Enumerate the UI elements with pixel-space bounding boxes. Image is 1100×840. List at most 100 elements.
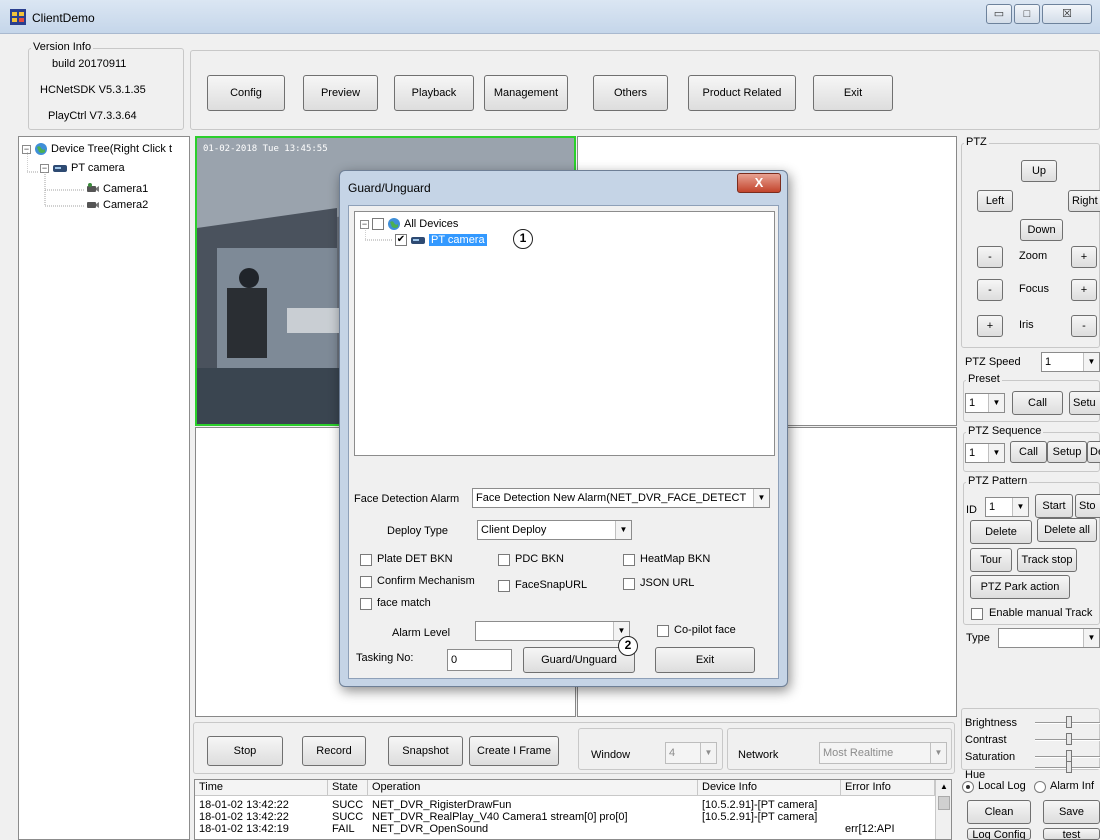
- enable-manual-track-checkbox[interactable]: [971, 608, 983, 620]
- column-header-operation[interactable]: Operation: [368, 780, 698, 796]
- pattern-start-button[interactable]: Start: [1035, 494, 1073, 518]
- ptz-speed-value: 1: [1045, 356, 1052, 368]
- column-header-error-info[interactable]: Error Info: [841, 780, 935, 796]
- column-header-device-info[interactable]: Device Info: [698, 780, 841, 796]
- sequence-delete-button[interactable]: De: [1087, 441, 1100, 463]
- exit-button[interactable]: Exit: [813, 75, 893, 111]
- stop-button[interactable]: Stop: [207, 736, 283, 766]
- dialog-exit-button[interactable]: Exit: [655, 647, 755, 673]
- clean-log-button[interactable]: Clean: [967, 800, 1031, 824]
- close-icon: X: [754, 175, 764, 190]
- hue-slider-thumb[interactable]: [1066, 761, 1072, 773]
- tasking-no-input[interactable]: [447, 649, 512, 671]
- network-label: Network: [738, 749, 779, 761]
- dialog-close-button[interactable]: X: [737, 173, 781, 193]
- dropdown-arrow-icon: ▼: [753, 489, 769, 507]
- facesnap-url-checkbox[interactable]: [498, 580, 510, 592]
- sequence-call-button[interactable]: Call: [1010, 441, 1047, 463]
- json-url-checkbox[interactable]: [623, 578, 635, 590]
- record-button[interactable]: Record: [302, 736, 366, 766]
- iris-open-button[interactable]: +: [977, 315, 1003, 337]
- ptz-speed-select[interactable]: 1 ▼: [1041, 352, 1100, 372]
- video-timestamp: 01-02-2018 Tue 13:45:55: [203, 144, 328, 154]
- snapshot-button[interactable]: Snapshot: [388, 736, 463, 766]
- focus-far-button[interactable]: +: [1071, 279, 1097, 301]
- close-window-button[interactable]: ☒: [1042, 4, 1092, 24]
- others-button[interactable]: Others: [593, 75, 668, 111]
- sequence-setup-button[interactable]: Setup: [1047, 441, 1087, 463]
- face-detection-alarm-select[interactable]: Face Detection New Alarm(NET_DVR_FACE_DE…: [472, 488, 770, 508]
- ptz-right-button[interactable]: Right: [1068, 190, 1100, 212]
- column-header-time[interactable]: Time: [195, 780, 328, 796]
- scroll-up-icon[interactable]: ▲: [936, 780, 951, 794]
- log-config-button[interactable]: Log Config: [967, 828, 1031, 840]
- device-tree-panel[interactable]: [18, 136, 190, 840]
- focus-near-button[interactable]: -: [977, 279, 1003, 301]
- ptz-down-button[interactable]: Down: [1020, 219, 1063, 241]
- co-pilot-face-label: Co-pilot face: [674, 624, 736, 636]
- minimize-button[interactable]: ▭: [986, 4, 1012, 24]
- save-log-button[interactable]: Save: [1043, 800, 1100, 824]
- scroll-thumb[interactable]: [938, 796, 950, 810]
- tour-button[interactable]: Tour: [970, 548, 1012, 572]
- ptz-up-button[interactable]: Up: [1021, 160, 1057, 182]
- tree-camera1-label: Camera1: [103, 183, 149, 195]
- create-i-frame-button[interactable]: Create I Frame: [469, 736, 559, 766]
- app-logo-icon: [10, 9, 26, 25]
- preset-select[interactable]: 1 ▼: [965, 393, 1005, 413]
- preset-value: 1: [969, 397, 976, 409]
- log-scrollbar[interactable]: ▲: [935, 780, 951, 839]
- deploy-type-select[interactable]: Client Deploy ▼: [477, 520, 632, 540]
- brightness-slider-thumb[interactable]: [1066, 716, 1072, 728]
- pdc-bkn-checkbox[interactable]: [498, 554, 510, 566]
- config-button[interactable]: Config: [207, 75, 285, 111]
- iris-label: Iris: [1019, 319, 1034, 331]
- face-match-checkbox[interactable]: [360, 598, 372, 610]
- pattern-delete-all-button[interactable]: Delete all: [1037, 518, 1097, 542]
- pattern-stop-button[interactable]: Sto: [1075, 494, 1100, 518]
- co-pilot-face-checkbox[interactable]: [657, 625, 669, 637]
- dialog-device-tree[interactable]: − All Devices ✔ PT camera: [354, 211, 775, 456]
- pattern-id-select[interactable]: 1 ▼: [985, 497, 1029, 517]
- confirm-mechanism-checkbox[interactable]: [360, 576, 372, 588]
- deploy-type-label: Deploy Type: [387, 525, 448, 537]
- zoom-out-button[interactable]: -: [977, 246, 1003, 268]
- ptz-left-button[interactable]: Left: [977, 190, 1013, 212]
- dialog-tree-device[interactable]: ✔ PT camera: [395, 234, 487, 246]
- log-table[interactable]: Time State Operation Device Info Error I…: [194, 779, 952, 840]
- heatmap-bkn-checkbox[interactable]: [623, 554, 635, 566]
- cell-time: 18-01-02 13:42:22: [199, 811, 289, 823]
- preview-button[interactable]: Preview: [303, 75, 378, 111]
- pt-camera-checkbox[interactable]: ✔: [395, 234, 407, 246]
- network-select[interactable]: Most Realtime ▼: [819, 742, 947, 764]
- type-select[interactable]: ▼: [998, 628, 1100, 648]
- playback-button[interactable]: Playback: [394, 75, 474, 111]
- face-detection-alarm-value: Face Detection New Alarm(NET_DVR_FACE_DE…: [476, 492, 747, 504]
- alarm-info-radio[interactable]: [1034, 781, 1046, 793]
- management-button[interactable]: Management: [484, 75, 568, 111]
- test-button[interactable]: test: [1043, 828, 1100, 840]
- product-related-button[interactable]: Product Related: [688, 75, 796, 111]
- cell-operation: NET_DVR_RigisterDrawFun: [372, 799, 512, 811]
- iris-close-button[interactable]: -: [1071, 315, 1097, 337]
- sequence-select[interactable]: 1 ▼: [965, 443, 1005, 463]
- heatmap-bkn-label: HeatMap BKN: [640, 553, 711, 565]
- zoom-in-button[interactable]: +: [1071, 246, 1097, 268]
- guard-unguard-button[interactable]: Guard/Unguard: [523, 647, 635, 673]
- maximize-button[interactable]: □: [1014, 4, 1040, 24]
- pattern-delete-button[interactable]: Delete: [970, 520, 1032, 544]
- plate-det-bkn-checkbox[interactable]: [360, 554, 372, 566]
- dropdown-arrow-icon: ▼: [1083, 629, 1099, 647]
- ptz-park-action-button[interactable]: PTZ Park action: [970, 575, 1070, 599]
- alarm-level-select[interactable]: ▼: [475, 621, 630, 641]
- network-select-value: Most Realtime: [823, 747, 894, 759]
- window-select[interactable]: 4 ▼: [665, 742, 717, 764]
- local-log-radio[interactable]: [962, 781, 974, 793]
- face-match-label: face match: [377, 597, 431, 609]
- preset-setup-button[interactable]: Setu: [1069, 391, 1100, 415]
- column-header-state[interactable]: State: [328, 780, 368, 796]
- track-stop-button[interactable]: Track stop: [1017, 548, 1077, 572]
- contrast-slider-thumb[interactable]: [1066, 733, 1072, 745]
- preset-call-button[interactable]: Call: [1012, 391, 1063, 415]
- contrast-label: Contrast: [965, 734, 1007, 746]
